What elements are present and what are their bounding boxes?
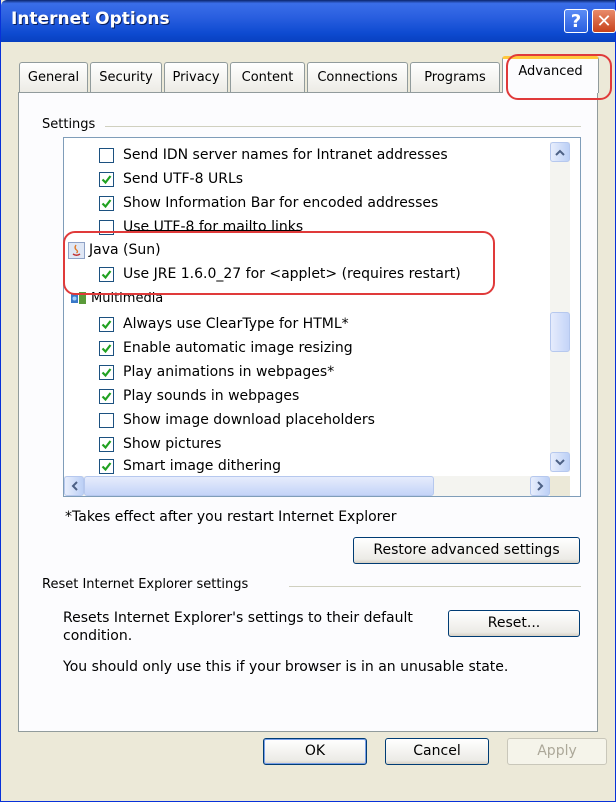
window-title: Internet Options — [11, 9, 170, 29]
checkbox[interactable] — [99, 388, 114, 404]
reset-warning: You should only use this if your browser… — [63, 659, 509, 675]
scroll-left-button[interactable] — [64, 476, 84, 496]
multimedia-icon — [70, 290, 87, 307]
scroll-down-button[interactable] — [550, 452, 570, 472]
vertical-scrollbar[interactable] — [550, 142, 570, 472]
list-item-label: Always use ClearType for HTML* — [123, 316, 349, 332]
reset-group-line — [289, 586, 581, 587]
list-item-label: Send IDN server names for Intranet addre… — [123, 147, 448, 163]
checkbox[interactable] — [99, 436, 114, 452]
reset-description-cont: condition. — [63, 628, 133, 644]
list-item[interactable]: Enable automatic image resizing — [99, 336, 353, 360]
tab-connections[interactable]: Connections — [307, 62, 408, 92]
chevron-down-icon — [555, 458, 565, 465]
list-item[interactable]: Play sounds in webpages — [99, 384, 299, 408]
list-item-label: Play sounds in webpages — [123, 388, 300, 404]
vertical-scroll-thumb[interactable] — [550, 312, 570, 352]
category-java: Java (Sun) — [68, 238, 161, 262]
list-item[interactable]: Show pictures — [99, 432, 221, 456]
settings-group-line — [105, 126, 581, 127]
reset-button[interactable]: Reset... — [448, 610, 580, 637]
horizontal-scrollbar[interactable] — [64, 476, 550, 496]
tab-security[interactable]: Security — [90, 62, 162, 92]
checkbox[interactable] — [99, 412, 114, 428]
horizontal-scroll-thumb[interactable] — [84, 476, 434, 496]
list-item-label: Show pictures — [123, 436, 222, 452]
category-label: Java (Sun) — [89, 242, 161, 258]
category-multimedia: Multimedia — [70, 288, 163, 308]
internet-options-window: Internet Options ? ✕ General Security Pr… — [0, 0, 616, 802]
list-item-label: Show image download placeholders — [123, 412, 375, 428]
settings-group-label: Settings — [42, 117, 104, 132]
cancel-button[interactable]: Cancel — [385, 738, 489, 765]
checkbox[interactable] — [99, 171, 114, 187]
java-icon — [68, 241, 85, 259]
list-item-label: Use JRE 1.6.0_27 for <applet> (requires … — [123, 266, 461, 282]
checkbox[interactable] — [99, 458, 114, 474]
restart-footnote: *Takes effect after you restart Internet… — [65, 509, 397, 525]
reset-description: Resets Internet Explorer's settings to t… — [63, 610, 413, 626]
scroll-right-button[interactable] — [530, 476, 550, 496]
checkbox[interactable] — [99, 195, 114, 211]
list-item-label: Play animations in webpages* — [123, 364, 335, 380]
list-item[interactable]: Play animations in webpages* — [99, 360, 334, 384]
chevron-right-icon — [536, 481, 543, 491]
list-item[interactable]: Smart image dithering — [99, 456, 281, 476]
restore-advanced-settings-button[interactable]: Restore advanced settings — [353, 537, 580, 564]
help-button[interactable]: ? — [564, 9, 588, 33]
title-bar: Internet Options ? ✕ — [1, 0, 616, 42]
checkbox[interactable] — [99, 316, 114, 332]
scroll-up-button[interactable] — [550, 142, 570, 162]
checkbox[interactable] — [99, 219, 114, 235]
checkbox[interactable] — [99, 364, 114, 380]
scrollbar-corner — [550, 476, 570, 496]
list-item-label: Smart image dithering — [123, 458, 282, 474]
apply-button[interactable]: Apply — [507, 738, 607, 765]
list-item-label: Send UTF-8 URLs — [123, 171, 244, 187]
chevron-up-icon — [555, 149, 565, 156]
ok-button[interactable]: OK — [263, 738, 367, 765]
list-item-label: Use UTF-8 for mailto links — [123, 219, 304, 235]
list-item[interactable]: Always use ClearType for HTML* — [99, 312, 349, 336]
highlight-stroke — [130, 230, 300, 231]
category-label: Multimedia — [91, 290, 164, 306]
list-item[interactable]: Send IDN server names for Intranet addre… — [99, 143, 448, 167]
list-item[interactable]: Show Information Bar for encoded address… — [99, 191, 438, 215]
settings-list[interactable]: Send IDN server names for Intranet addre… — [63, 137, 581, 497]
list-item-label: Show Information Bar for encoded address… — [123, 195, 439, 211]
chevron-left-icon — [71, 481, 78, 491]
list-item[interactable]: Use JRE 1.6.0_27 for <applet> (requires … — [99, 262, 461, 286]
checkbox[interactable] — [99, 147, 114, 163]
list-item[interactable]: Show image download placeholders — [99, 408, 375, 432]
checkbox[interactable] — [99, 266, 114, 282]
list-item[interactable]: Use UTF-8 for mailto links — [99, 215, 303, 239]
tab-general[interactable]: General — [19, 62, 88, 92]
tab-advanced[interactable]: Advanced — [502, 56, 599, 93]
close-button[interactable]: ✕ — [592, 9, 616, 33]
tab-content[interactable]: Content — [230, 62, 305, 92]
tab-privacy[interactable]: Privacy — [164, 62, 228, 92]
reset-group-label: Reset Internet Explorer settings — [42, 577, 257, 592]
list-item-label: Enable automatic image resizing — [123, 340, 353, 356]
tab-programs[interactable]: Programs — [410, 62, 500, 92]
list-item[interactable]: Send UTF-8 URLs — [99, 167, 243, 191]
checkbox[interactable] — [99, 340, 114, 356]
